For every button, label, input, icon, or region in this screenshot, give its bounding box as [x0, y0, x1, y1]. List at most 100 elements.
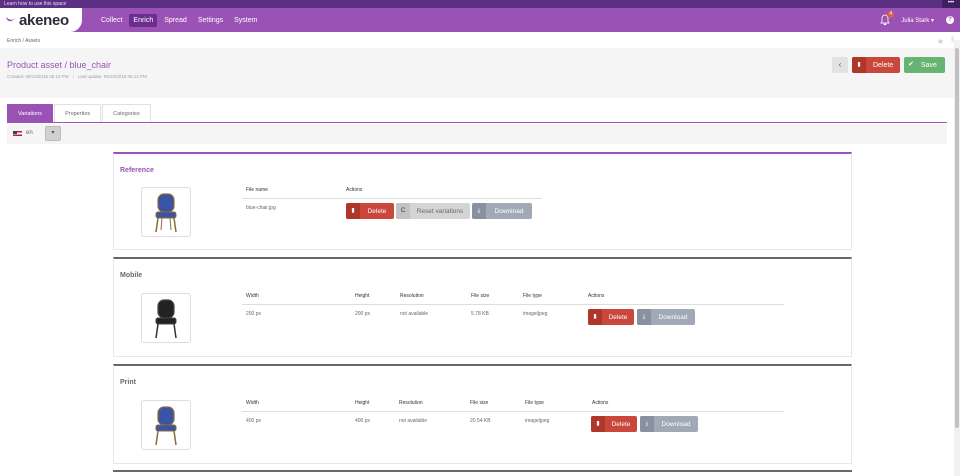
variation-delete-button[interactable]: ▮ Delete — [591, 416, 637, 432]
notification-badge: 4 — [887, 11, 895, 18]
variation-resolution: not available — [399, 418, 428, 424]
download-icon: ⤓ — [637, 309, 651, 325]
trash-icon: ▮ — [852, 57, 866, 73]
tab-categories[interactable]: Categories — [102, 104, 151, 123]
col-file-name: File name — [246, 187, 268, 193]
main-menu: Collect Enrich Spread Settings System — [97, 8, 264, 32]
delete-asset-label: Delete — [873, 61, 894, 69]
variation-thumbnail[interactable] — [141, 400, 191, 450]
favorite-star-icon[interactable]: ★ — [937, 37, 944, 46]
variation-height: 400 px — [355, 418, 371, 424]
download-icon: ⤓ — [640, 416, 654, 432]
user-menu[interactable]: Julia Stark ▾ — [901, 17, 934, 24]
variation-delete-label: Delete — [611, 420, 631, 428]
col-width: Width — [246, 293, 259, 299]
variation-thumbnail[interactable] — [141, 293, 191, 343]
learn-bar: Learn how to use this space ••• — [0, 0, 960, 8]
reference-file-name: blue-chair.jpg — [246, 205, 276, 211]
locale-dropdown-button[interactable]: ▾ — [45, 126, 61, 141]
reference-section: Reference File name Actions blue-chair.j… — [113, 152, 852, 250]
back-button[interactable]: ‹ — [832, 57, 848, 73]
col-height: Height — [355, 293, 370, 299]
refresh-icon: C — [396, 203, 410, 219]
col-height: Height — [355, 400, 370, 406]
col-file-type: File type — [523, 293, 542, 299]
tab-variations[interactable]: Variations — [7, 104, 54, 123]
tab-properties[interactable]: Properties — [54, 104, 102, 123]
more-icon[interactable]: ••• — [942, 0, 960, 8]
menu-item-settings[interactable]: Settings — [194, 14, 227, 27]
next-section-edge — [113, 470, 852, 472]
reference-delete-button[interactable]: ▮ Delete — [346, 203, 394, 219]
save-button[interactable]: ✔ Save — [904, 57, 945, 73]
save-label: Save — [921, 61, 937, 69]
notifications-button[interactable]: 4 — [879, 11, 895, 26]
reference-delete-label: Delete — [367, 207, 387, 215]
locale-switcher[interactable]: en — [13, 130, 33, 136]
locale-bar: en ▾ — [7, 124, 947, 144]
variation-height: 200 px — [355, 311, 371, 317]
variation-section-mobile: Mobile Width Height Resolution File size… — [113, 257, 852, 357]
variation-title: Print — [120, 379, 136, 386]
reference-download-label: Download — [494, 207, 524, 215]
tab-bar: Variations Properties Categories — [7, 104, 152, 123]
locale-code: en — [26, 130, 33, 136]
breadcrumb[interactable]: Enrich / Assets — [7, 38, 40, 44]
row-divider — [242, 198, 542, 199]
tabs-underline — [7, 122, 947, 123]
chair-image-icon — [155, 406, 177, 446]
trash-icon: ▮ — [346, 203, 360, 219]
page-scrollbar[interactable] — [954, 40, 960, 476]
header-tools: 4 Julia Stark ▾ ? — [879, 8, 960, 32]
chair-image-icon — [155, 299, 177, 339]
help-icon[interactable]: ? — [946, 16, 954, 24]
menu-item-enrich[interactable]: Enrich — [129, 13, 158, 27]
reference-download-button[interactable]: ⤓ Download — [472, 203, 532, 219]
row-divider — [242, 411, 784, 412]
variation-section-print: Print Width Height Resolution File size … — [113, 364, 852, 464]
variation-delete-label: Delete — [608, 313, 628, 321]
variation-file-type: image/jpeg — [525, 418, 550, 424]
reset-variations-label: Reset variations — [416, 207, 464, 215]
menu-item-system[interactable]: System — [230, 14, 261, 27]
trash-icon: ▮ — [591, 416, 605, 432]
col-width: Width — [246, 400, 259, 406]
learn-bar-text[interactable]: Learn how to use this space — [4, 1, 66, 7]
download-icon: ⤓ — [472, 203, 486, 219]
page-meta: Created: 06/10/2016 05:12 PM | Last update… — [7, 74, 147, 79]
col-resolution: Resolution — [399, 400, 423, 406]
col-actions: Actions — [588, 293, 605, 299]
updated-date: Last update: 06/10/2016 05:12 PM — [77, 74, 147, 79]
reference-thumbnail[interactable] — [141, 187, 191, 237]
col-actions: Actions — [346, 187, 363, 193]
logo[interactable]: akeneo — [0, 8, 82, 32]
akeneo-logo-icon — [6, 17, 16, 22]
reference-title: Reference — [120, 167, 154, 174]
chair-image-icon — [155, 193, 177, 233]
variation-download-label: Download — [661, 420, 691, 428]
row-divider — [242, 304, 784, 305]
variation-file-size: 5.78 KB — [471, 311, 489, 317]
logo-text: akeneo — [19, 11, 69, 29]
us-flag-icon — [13, 130, 22, 136]
top-navigation: akeneo Collect Enrich Spread Settings Sy… — [0, 8, 960, 32]
page-header: Product asset / blue_chair Created: 06/1… — [0, 48, 954, 98]
delete-asset-button[interactable]: ▮ Delete — [852, 57, 900, 73]
variation-download-button[interactable]: ⤓ Download — [640, 416, 698, 432]
created-date: Created: 06/10/2016 05:12 PM — [7, 74, 69, 79]
col-resolution: Resolution — [400, 293, 424, 299]
check-icon: ✔ — [908, 61, 914, 68]
variation-width: 200 px — [246, 311, 262, 317]
menu-item-collect[interactable]: Collect — [97, 14, 126, 27]
menu-item-spread[interactable]: Spread — [160, 14, 191, 27]
variation-download-button[interactable]: ⤓ Download — [637, 309, 695, 325]
scrollbar-thumb[interactable] — [955, 48, 959, 428]
col-file-size: File size — [471, 293, 490, 299]
variation-title: Mobile — [120, 272, 143, 279]
variation-delete-button[interactable]: ▮ Delete — [588, 309, 634, 325]
reset-variations-button[interactable]: C Reset variations — [396, 203, 470, 219]
variation-file-size: 20.54 KB — [470, 418, 491, 424]
page-title: Product asset / blue_chair — [7, 60, 112, 70]
trash-icon: ▮ — [588, 309, 602, 325]
col-file-size: File size — [470, 400, 489, 406]
